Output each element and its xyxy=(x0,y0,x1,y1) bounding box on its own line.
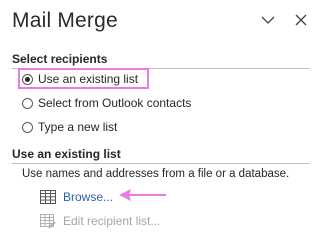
chevron-down-icon xyxy=(261,16,275,24)
radio-select-outlook-contacts[interactable]: Select from Outlook contacts xyxy=(22,94,191,112)
close-pane-button[interactable] xyxy=(291,10,311,30)
browse-link-label[interactable]: Browse... xyxy=(63,190,113,204)
close-icon xyxy=(295,14,307,26)
radio-button[interactable] xyxy=(22,97,33,109)
radio-label: Use an existing list xyxy=(38,72,139,86)
use-existing-list-heading: Use an existing list xyxy=(12,147,121,161)
existing-list-description: Use names and addresses from a file or a… xyxy=(22,168,290,180)
radio-button[interactable] xyxy=(22,73,33,85)
radio-use-existing-list[interactable]: Use an existing list xyxy=(22,70,138,88)
radio-label: Type a new list xyxy=(38,120,118,134)
edit-recipient-list-label: Edit recipient list... xyxy=(63,214,161,228)
pointer-arrow-icon xyxy=(119,189,166,201)
mail-merge-pane: Mail Merge Select recipients Use an exis… xyxy=(0,0,322,248)
radio-type-new-list[interactable]: Type a new list xyxy=(22,118,117,136)
radio-label: Select from Outlook contacts xyxy=(38,96,192,110)
edit-recipient-list-link: Edit recipient list... xyxy=(40,212,160,230)
radio-selected-dot xyxy=(25,76,30,82)
table-icon xyxy=(40,190,56,204)
pane-title: Mail Merge xyxy=(12,9,118,32)
task-pane-options-button[interactable] xyxy=(258,10,278,30)
divider xyxy=(12,163,310,164)
select-recipients-heading: Select recipients xyxy=(12,52,108,66)
radio-button[interactable] xyxy=(22,121,33,133)
browse-link[interactable]: Browse... xyxy=(40,188,113,206)
edit-table-icon xyxy=(40,213,56,229)
